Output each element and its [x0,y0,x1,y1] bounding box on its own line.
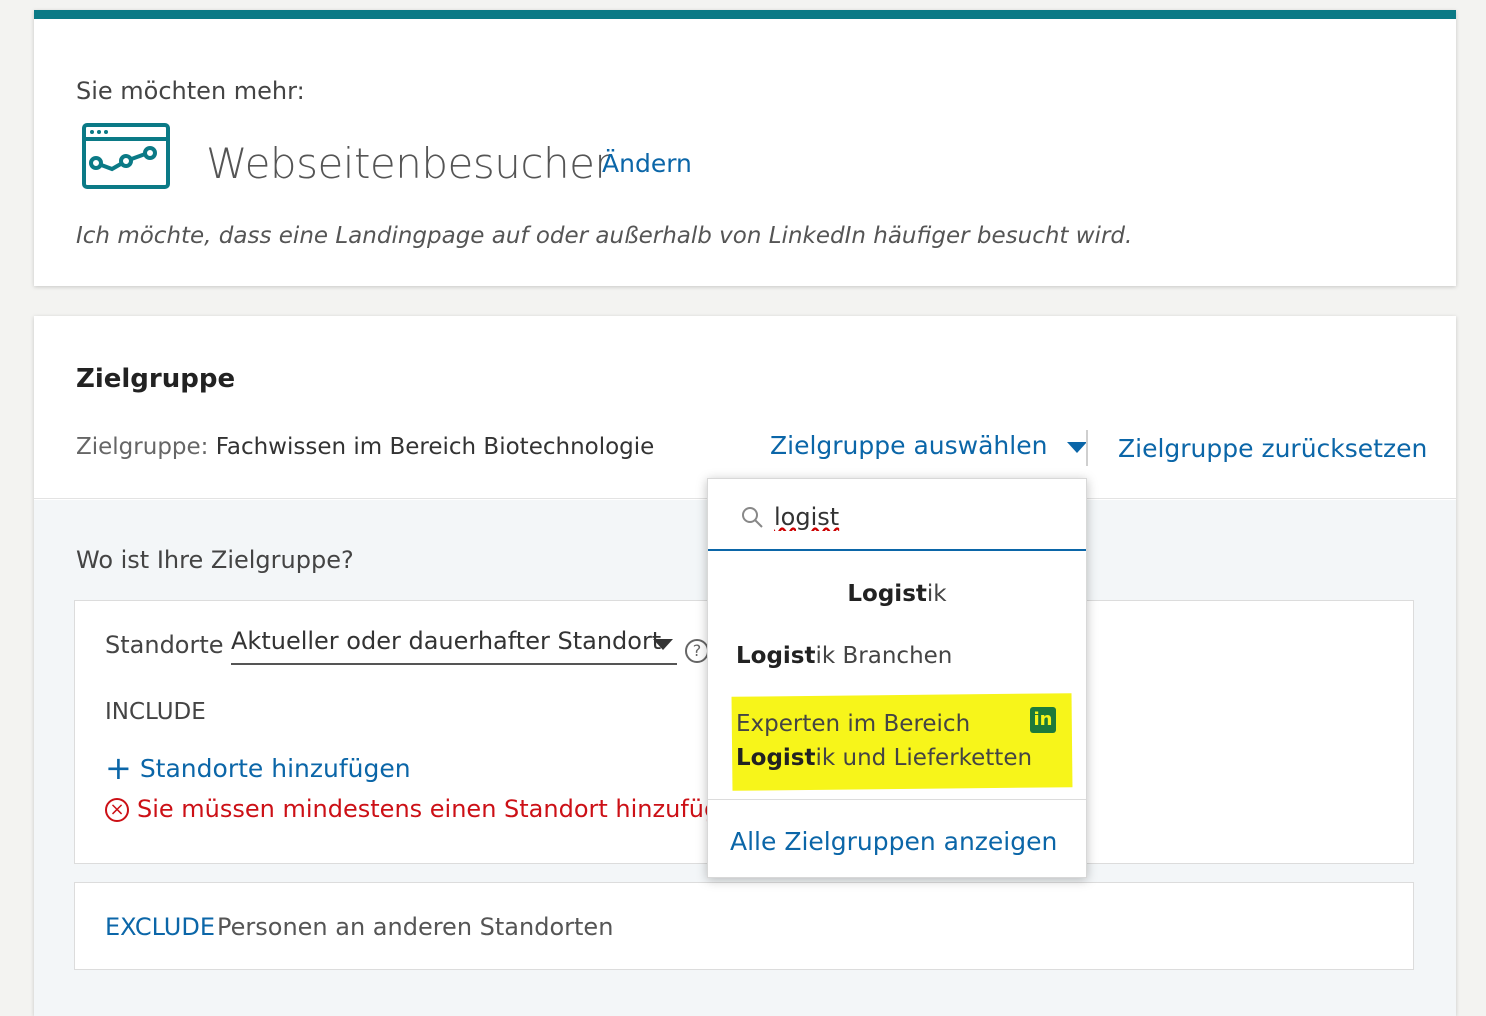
match-text: Logist [847,581,927,607]
location-error-text: Sie müssen mindestens einen Standort hin… [137,795,750,823]
location-type-value: Aktueller oder dauerhafter Standort [231,627,662,655]
objective-card: Sie möchten mehr: Webseitenbesucher Ände… [34,10,1456,286]
help-icon[interactable]: ? [685,639,709,663]
audience-search-input[interactable] [772,499,1062,535]
item-rest-text: ik Branchen [815,643,953,669]
audience-summary-value: Fachwissen im Bereich Biotechnologie [215,434,655,460]
audience-header: Zielgruppe Zielgruppe: Fachwissen im Ber… [34,316,1456,499]
location-label: Standorte [105,631,224,659]
change-objective-link[interactable]: Ändern [602,149,692,178]
dropdown-item[interactable]: Logistik Branchen [736,643,1114,669]
plus-icon: + [105,749,132,787]
error-circle-icon: × [105,798,129,822]
select-audience-button[interactable]: Zielgruppe auswählen [770,431,1088,460]
location-type-select[interactable]: Aktueller oder dauerhafter Standort [231,627,677,665]
item-prefix-text: Experten im Bereich [736,711,971,737]
divider [1086,430,1088,466]
select-audience-label: Zielgruppe auswählen [770,431,1048,460]
location-question: Wo ist Ihre Zielgruppe? [76,546,354,574]
objective-name: Webseitenbesucher [206,139,612,188]
website-visits-icon [82,123,170,189]
audience-summary: Zielgruppe: Fachwissen im Bereich Biotec… [76,434,654,460]
include-label: INCLUDE [105,699,206,725]
show-all-audiences-link[interactable]: Alle Zielgruppen anzeigen [730,827,1057,856]
divider [708,799,1086,800]
objective-description: Ich möchte, dass eine Landingpage auf od… [76,223,1133,249]
objective-label: Sie möchten mehr: [76,77,305,105]
audience-title: Zielgruppe [76,364,236,394]
exclude-keyword: EXCLUDE [105,913,216,941]
chevron-down-icon [1067,441,1088,453]
reset-audience-link[interactable]: Zielgruppe zurücksetzen [1118,434,1427,463]
audience-summary-label: Zielgruppe: [76,434,209,460]
match-text: Logist [736,745,816,771]
match-text: Logist [736,643,816,669]
item-rest-text: ik [926,581,947,607]
add-location-label: Standorte hinzufügen [139,754,411,783]
location-exclude-box[interactable]: EXCLUDE Personen an anderen Standorten [74,882,1414,970]
location-error: × Sie müssen mindestens einen Standort hi… [105,795,749,823]
item-rest-text: ik und Lieferketten [815,745,1033,771]
caret-down-icon [653,639,673,650]
linkedin-icon: in [1030,707,1056,733]
audience-dropdown: Logistik Logistik Branchen Experten im B… [707,478,1087,878]
dropdown-item[interactable]: Logistik [708,581,1086,607]
audience-search-bar [708,479,1086,551]
add-location-button[interactable]: + Standorte hinzufügen [105,747,411,787]
search-icon [742,507,763,528]
dropdown-item-highlighted[interactable]: Experten im Bereich Logistik und Lieferk… [736,707,1056,775]
exclude-text: Personen an anderen Standorten [217,913,614,941]
